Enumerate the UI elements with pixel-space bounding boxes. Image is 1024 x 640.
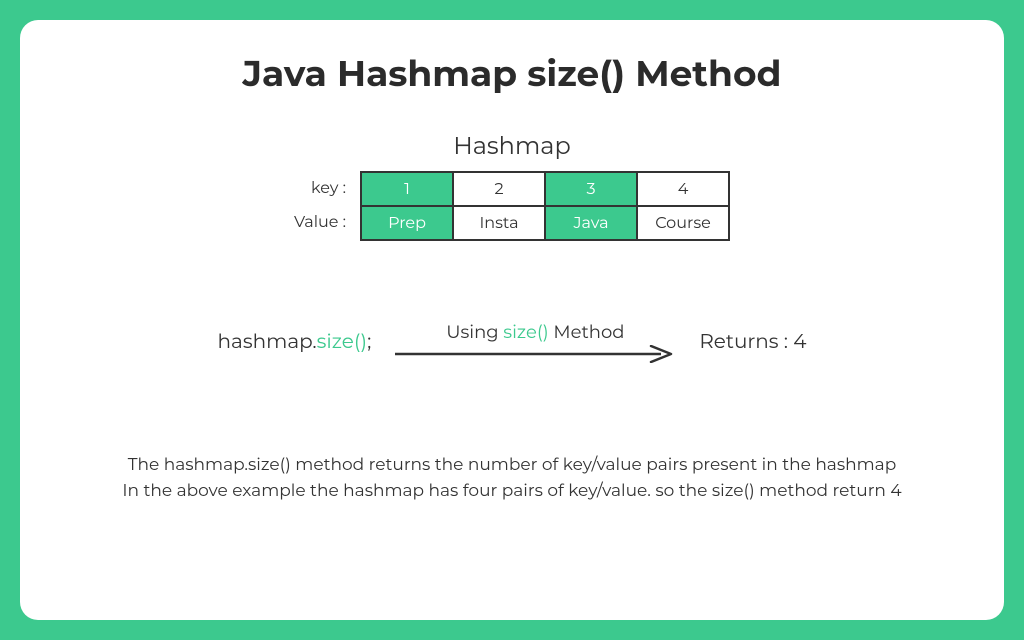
hashmap-grid: 1234 PrepInstaJavaCourse <box>360 171 730 241</box>
key-cell: 4 <box>637 172 729 206</box>
code-call-prefix: hashmap. <box>218 330 317 354</box>
flow-row: hashmap.size(); Using size() Method Retu… <box>60 321 964 363</box>
value-cell: Prep <box>361 206 453 240</box>
page-title: Java Hashmap size() Method <box>60 52 964 96</box>
value-row-label: Value : <box>294 206 350 240</box>
content-card: Java Hashmap size() Method Hashmap key :… <box>20 20 1004 620</box>
key-cell: 1 <box>361 172 453 206</box>
arrow-caption: Using size() Method <box>446 321 624 343</box>
hashmap-heading: Hashmap <box>60 132 964 161</box>
key-cell: 3 <box>545 172 637 206</box>
arrow-caption-suffix: Method <box>549 321 625 343</box>
description-line-1: The hashmap.size() method returns the nu… <box>60 453 964 479</box>
arrow-block: Using size() Method <box>395 321 675 363</box>
hashmap-row-labels: key : Value : <box>294 172 350 240</box>
code-call-suffix: ; <box>367 330 371 354</box>
value-cell: Insta <box>453 206 545 240</box>
value-cell: Java <box>545 206 637 240</box>
value-cell: Course <box>637 206 729 240</box>
hashmap-diagram: Hashmap key : Value : 1234 PrepInstaJavaC… <box>60 132 964 241</box>
arrow-caption-method: size() <box>503 321 548 343</box>
description-line-2: In the above example the hashmap has fou… <box>60 479 964 505</box>
arrow-icon <box>395 345 675 363</box>
returns-text: Returns : 4 <box>699 330 806 354</box>
key-cell: 2 <box>453 172 545 206</box>
description-block: The hashmap.size() method returns the nu… <box>60 453 964 504</box>
code-call-method: size() <box>317 330 367 354</box>
key-row-label: key : <box>294 172 350 206</box>
arrow-caption-prefix: Using <box>446 321 503 343</box>
code-call: hashmap.size(); <box>218 330 372 354</box>
hashmap-table-wrap: key : Value : 1234 PrepInstaJavaCourse <box>294 171 730 241</box>
